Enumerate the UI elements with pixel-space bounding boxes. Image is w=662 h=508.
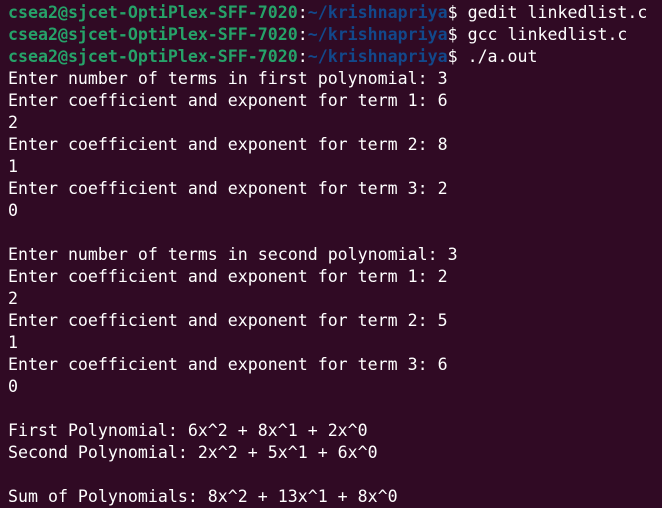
output-line: Sum of Polynomials: 8x^2 + 13x^1 + 8x^0 (8, 487, 398, 506)
output-line: Enter coefficient and exponent for term … (8, 135, 448, 154)
user-host: csea2@sjcet-OptiPlex-SFF-7020 (8, 47, 298, 66)
output-line: 1 (8, 157, 18, 176)
command: ./a.out (467, 47, 538, 66)
prompt-separator: : (297, 3, 308, 22)
output-line: 1 (8, 333, 18, 352)
output-line: Second Polynomial: 2x^2 + 5x^1 + 6x^0 (8, 443, 378, 462)
cwd-path: ~/krishnapriya (307, 3, 448, 22)
cwd-path: ~/krishnapriya (307, 47, 448, 66)
prompt-symbol: $ (447, 3, 468, 22)
prompt-symbol: $ (447, 47, 468, 66)
output-line: Enter number of terms in second polynomi… (8, 245, 458, 264)
prompt-separator: : (297, 25, 308, 44)
output-line: Enter coefficient and exponent for term … (8, 91, 448, 110)
prompt-line: csea2@sjcet-OptiPlex-SFF-7020:~/krishnap… (8, 2, 647, 24)
command: gedit linkedlist.c (467, 3, 648, 22)
output-line: Enter coefficient and exponent for term … (8, 179, 448, 198)
output-line: Enter number of terms in first polynomia… (8, 69, 448, 88)
terminal-output[interactable]: csea2@sjcet-OptiPlex-SFF-7020:~/krishnap… (8, 2, 647, 508)
prompt-line: csea2@sjcet-OptiPlex-SFF-7020:~/krishnap… (8, 46, 647, 68)
output-line: First Polynomial: 6x^2 + 8x^1 + 2x^0 (8, 421, 368, 440)
output-line: Enter coefficient and exponent for term … (8, 267, 448, 286)
output-line: 0 (8, 201, 18, 220)
prompt-line: csea2@sjcet-OptiPlex-SFF-7020:~/krishnap… (8, 24, 647, 46)
output-line: 0 (8, 377, 18, 396)
output-line: 2 (8, 113, 18, 132)
user-host: csea2@sjcet-OptiPlex-SFF-7020 (8, 3, 298, 22)
cwd-path: ~/krishnapriya (307, 25, 448, 44)
prompt-separator: : (297, 47, 308, 66)
prompt-symbol: $ (447, 25, 468, 44)
output-line: Enter coefficient and exponent for term … (8, 355, 448, 374)
user-host: csea2@sjcet-OptiPlex-SFF-7020 (8, 25, 298, 44)
output-line: 2 (8, 289, 18, 308)
output-line: Enter coefficient and exponent for term … (8, 311, 448, 330)
command: gcc linkedlist.c (467, 25, 628, 44)
